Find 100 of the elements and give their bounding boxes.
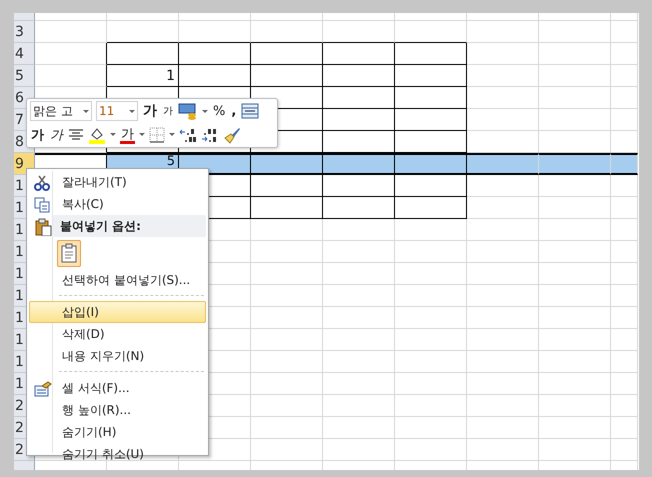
table-cell (539, 153, 611, 175)
row-number: 9 (15, 156, 24, 172)
row-number: 2 (15, 442, 24, 458)
table-cell (251, 197, 323, 219)
table-cell (467, 197, 539, 219)
table-cell (539, 439, 611, 461)
table-cell (611, 65, 638, 87)
table-cell: 1 (107, 65, 179, 87)
table-cell (611, 373, 638, 395)
row-number: 8 (15, 134, 24, 150)
table-cell (611, 109, 638, 131)
format-cells-icon (34, 381, 52, 397)
italic-button[interactable]: 가 (49, 124, 64, 145)
borders-icon[interactable] (149, 126, 165, 143)
table-cell (35, 43, 107, 65)
table-cell (467, 263, 539, 285)
table-cell (251, 439, 323, 461)
table-cell (539, 21, 611, 43)
row-header[interactable]: 4 (14, 43, 35, 65)
table-cell (467, 439, 539, 461)
table-cell (395, 87, 467, 109)
table-cell (395, 21, 467, 43)
table-cell (395, 197, 467, 219)
table-cell (467, 285, 539, 307)
table-cell (611, 21, 638, 43)
row-number: 1 (15, 244, 24, 260)
row-number: 5 (15, 68, 24, 84)
table-cell (611, 263, 638, 285)
table-cell (251, 241, 323, 263)
row-number: 4 (15, 46, 24, 62)
table-cell (611, 241, 638, 263)
table-cell (611, 329, 638, 351)
table-cell (395, 373, 467, 395)
table-cell (251, 153, 323, 175)
table-cell (251, 373, 323, 395)
table-cell (611, 285, 638, 307)
table-cell (611, 307, 638, 329)
copy-icon (34, 197, 50, 213)
table-cell (395, 263, 467, 285)
comma-button[interactable]: , (230, 101, 238, 122)
coins-icon[interactable] (178, 102, 198, 120)
row-number: 6 (15, 90, 24, 106)
table-cell (539, 65, 611, 87)
table-cell (395, 241, 467, 263)
table-cell (251, 175, 323, 197)
font-name-field[interactable]: 맑은 고 (30, 101, 92, 122)
shrink-font-button[interactable]: 가 (162, 101, 174, 122)
dropdown-arrow-icon[interactable] (139, 133, 145, 136)
table-cell (539, 329, 611, 351)
row-number: 1 (15, 376, 24, 392)
table-cell (251, 351, 323, 373)
table-cell (611, 351, 638, 373)
dropdown-arrow-icon[interactable] (110, 133, 116, 136)
table-cell (539, 219, 611, 241)
table-cell (539, 307, 611, 329)
row-header[interactable]: 3 (14, 21, 35, 43)
dropdown-arrow-icon[interactable] (202, 110, 208, 113)
dropdown-arrow-icon[interactable] (169, 133, 175, 136)
table-cell (467, 395, 539, 417)
table-cell (539, 241, 611, 263)
merge-cells-icon[interactable] (241, 103, 260, 120)
table-cell (539, 197, 611, 219)
table-cell (539, 109, 611, 131)
font-color-button[interactable]: 가 (120, 125, 135, 144)
table-cell (395, 351, 467, 373)
table-cell (611, 175, 638, 197)
grow-font-button[interactable]: 가 (142, 101, 158, 122)
table-cell (611, 87, 638, 109)
table-cell (395, 175, 467, 197)
table-cell (107, 21, 179, 43)
table-cell (179, 21, 251, 43)
table-cell (539, 351, 611, 373)
row-header[interactable]: 5 (14, 65, 35, 87)
table-cell (251, 285, 323, 307)
paintbrush-icon[interactable] (223, 126, 241, 144)
table-cell (611, 417, 638, 439)
table-cell (611, 153, 638, 175)
menu-item[interactable]: 삽입(I) (29, 301, 206, 323)
table-cell (467, 109, 539, 131)
row-number: 3 (15, 24, 24, 40)
percent-button[interactable]: % (212, 101, 226, 122)
table-cell (107, 43, 179, 65)
table-cell (35, 21, 107, 43)
row-number: 1 (15, 178, 24, 194)
table-cell (539, 285, 611, 307)
table-cell (251, 21, 323, 43)
fill-color-icon[interactable] (88, 126, 106, 144)
table-cell (395, 65, 467, 87)
table-cell (179, 43, 251, 65)
table-cell (611, 439, 638, 461)
table-cell (467, 241, 539, 263)
table-cell (251, 219, 323, 241)
align-center-icon[interactable] (68, 128, 84, 142)
row-number: 1 (15, 310, 24, 326)
paste-option-button[interactable] (57, 240, 81, 266)
table-cell (251, 65, 323, 87)
increase-decimal-icon[interactable] (179, 126, 197, 143)
decrease-decimal-icon[interactable] (201, 126, 219, 143)
font-size-field[interactable]: 11 (96, 101, 138, 122)
row-number: 2 (15, 398, 24, 414)
